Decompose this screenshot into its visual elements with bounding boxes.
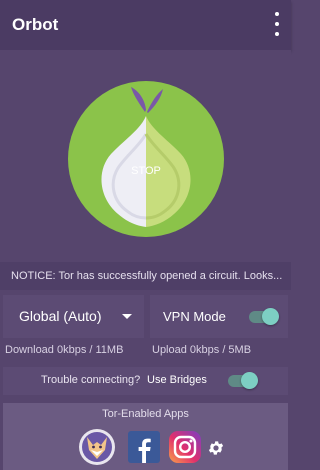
onion-illustration: STOP bbox=[68, 81, 224, 237]
apps-caption: Tor-Enabled Apps bbox=[102, 408, 189, 420]
bridges-row: Trouble connecting? Use Bridges bbox=[3, 367, 288, 395]
vpn-mode-toggle[interactable] bbox=[246, 307, 280, 327]
hero-panel: STOP bbox=[0, 50, 291, 262]
vpn-mode-label: VPN Mode bbox=[163, 309, 226, 324]
instagram-icon[interactable] bbox=[166, 428, 204, 466]
facebook-icon[interactable] bbox=[125, 428, 163, 466]
exit-mode-dropdown[interactable]: Global (Auto) bbox=[3, 295, 144, 338]
upload-stats: Upload 0kbps / 5MB bbox=[152, 344, 252, 356]
chevron-down-icon bbox=[122, 314, 132, 319]
exit-mode-value: Global (Auto) bbox=[19, 308, 102, 324]
download-stats: Download 0kbps / 11MB bbox=[5, 344, 124, 356]
overflow-menu-icon[interactable] bbox=[271, 12, 283, 36]
app-bar: Orbot bbox=[0, 0, 291, 50]
stop-label[interactable]: STOP bbox=[131, 165, 161, 177]
app-title: Orbot bbox=[12, 15, 59, 34]
tor-enabled-apps: Tor-Enabled Apps bbox=[3, 403, 288, 470]
orfox-icon[interactable] bbox=[78, 428, 116, 466]
use-bridges-label[interactable]: Use Bridges bbox=[147, 374, 207, 386]
use-bridges-toggle[interactable] bbox=[225, 371, 259, 391]
vpn-mode-card: VPN Mode bbox=[150, 295, 288, 338]
gear-icon[interactable] bbox=[207, 439, 225, 457]
notice-banner: NOTICE: Tor has successfully opened a ci… bbox=[0, 262, 291, 290]
trouble-connecting-label: Trouble connecting? bbox=[41, 374, 141, 386]
